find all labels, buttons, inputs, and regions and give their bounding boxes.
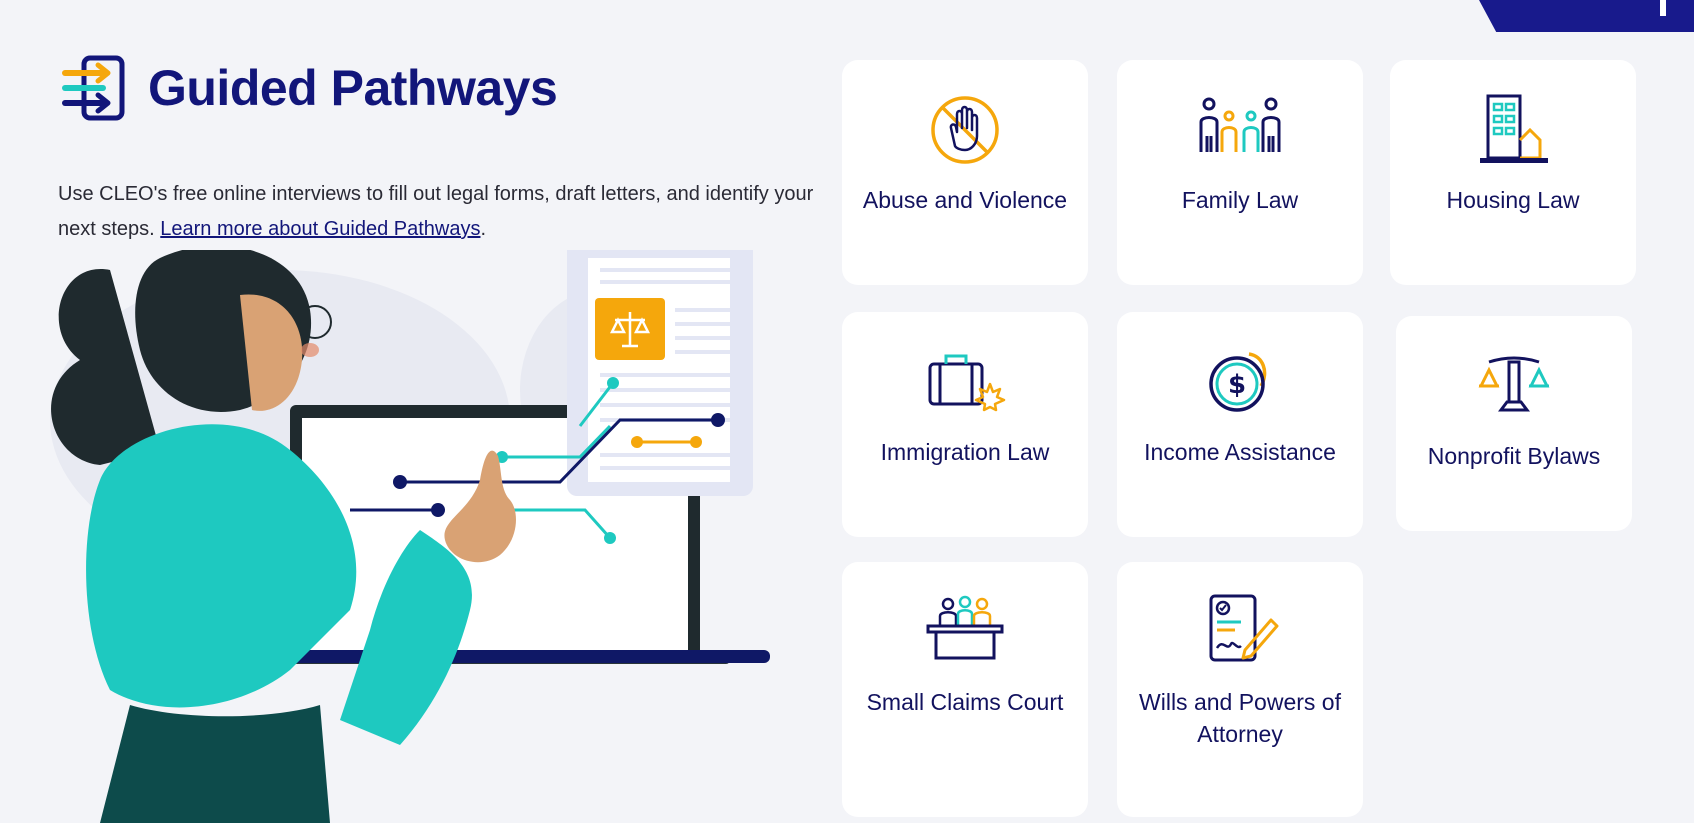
card-label: Wills and Powers of Attorney bbox=[1139, 689, 1341, 747]
pathways-grid: Abuse and Violence Family Law Housing La… bbox=[0, 0, 1694, 823]
card-nonprofit-bylaws[interactable]: Nonprofit Bylaws bbox=[1396, 316, 1632, 531]
building-house-icon bbox=[1468, 90, 1558, 170]
card-small-claims-court[interactable]: Small Claims Court bbox=[842, 562, 1088, 817]
card-label: Small Claims Court bbox=[866, 689, 1064, 715]
hand-stop-icon bbox=[920, 90, 1010, 170]
signed-document-icon bbox=[1195, 592, 1285, 672]
suitcase-maple-leaf-icon bbox=[920, 342, 1010, 422]
card-label: Family Law bbox=[1181, 187, 1299, 213]
dollar-coin-icon: $ bbox=[1195, 342, 1285, 422]
card-wills-and-powers-of-attorney[interactable]: Wills and Powers of Attorney bbox=[1117, 562, 1363, 817]
card-immigration-law[interactable]: Immigration Law bbox=[842, 312, 1088, 537]
family-icon bbox=[1195, 90, 1285, 170]
card-housing-law[interactable]: Housing Law bbox=[1390, 60, 1636, 285]
card-label: Housing Law bbox=[1446, 187, 1580, 213]
court-podium-icon bbox=[920, 592, 1010, 672]
card-label: Abuse and Violence bbox=[862, 187, 1068, 213]
card-abuse-and-violence[interactable]: Abuse and Violence bbox=[842, 60, 1088, 285]
card-label: Nonprofit Bylaws bbox=[1427, 443, 1601, 469]
card-label: Income Assistance bbox=[1144, 439, 1336, 465]
card-income-assistance[interactable]: $ Income Assistance bbox=[1117, 312, 1363, 537]
card-family-law[interactable]: Family Law bbox=[1117, 60, 1363, 285]
scales-icon bbox=[1469, 346, 1559, 426]
card-label: Immigration Law bbox=[880, 439, 1050, 465]
svg-text:$: $ bbox=[1228, 370, 1246, 400]
